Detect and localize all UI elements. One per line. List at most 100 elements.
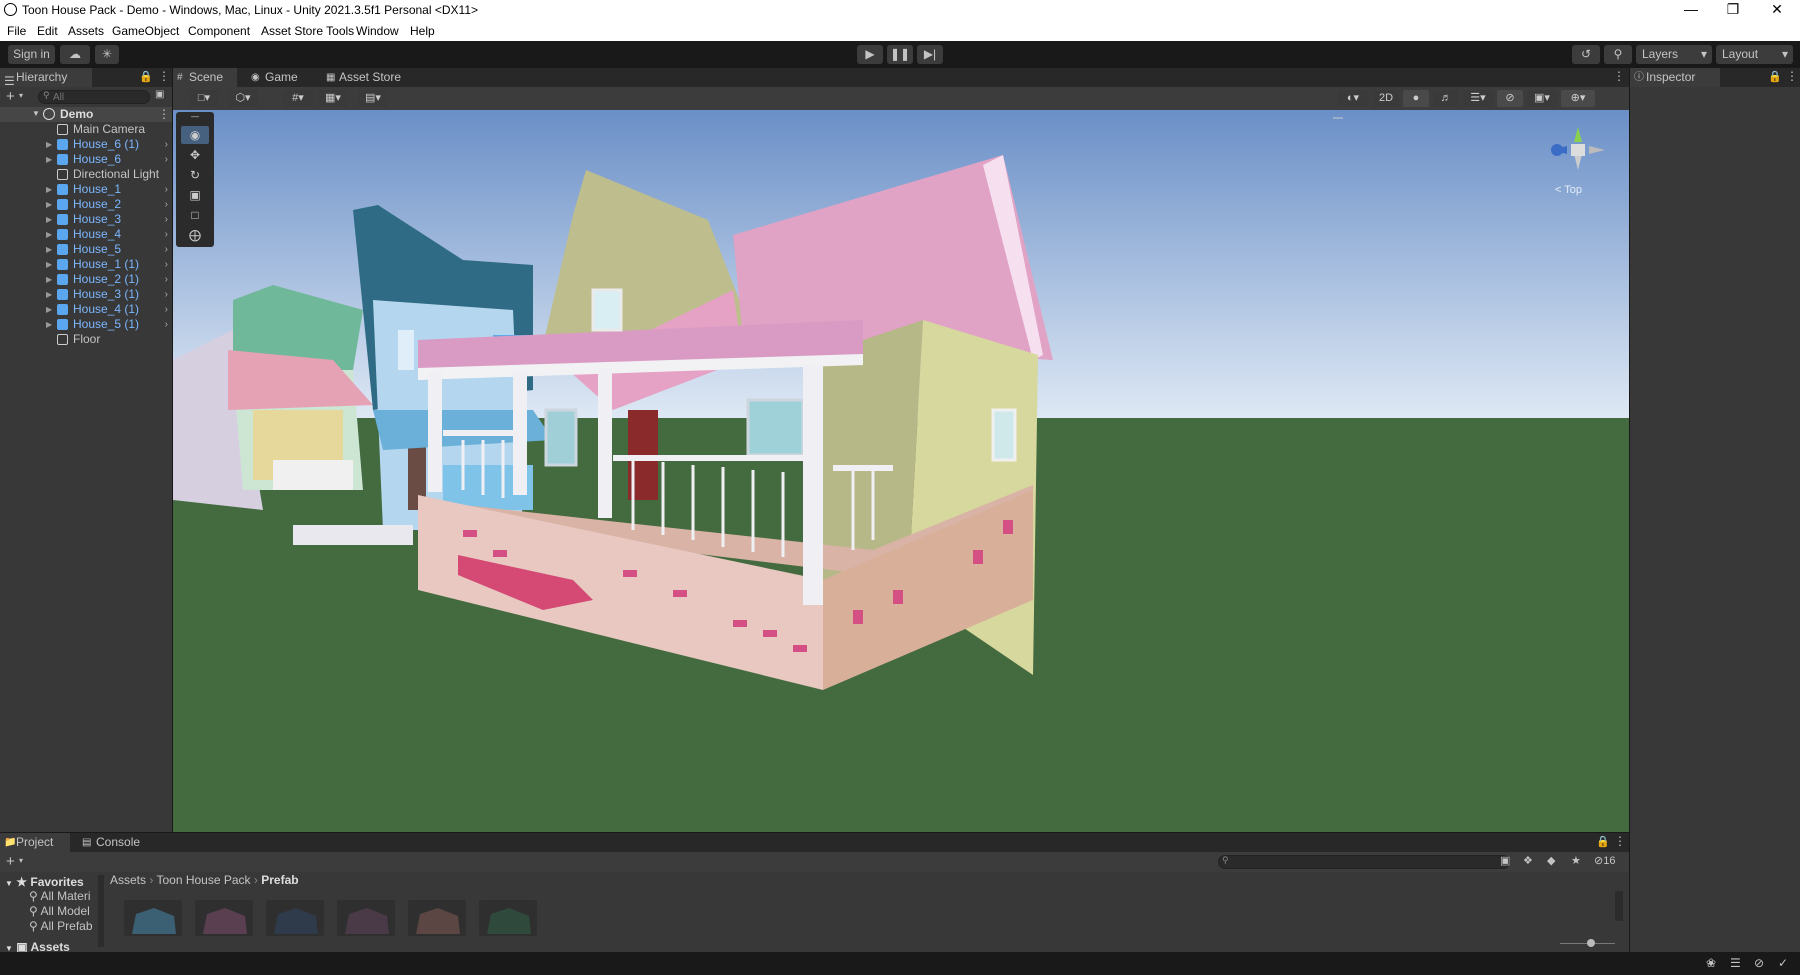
hidden-packages-toggle[interactable]: ⊘16 [1594,854,1615,867]
breadcrumb-assets[interactable]: Assets [110,873,146,887]
tree-scrollbar[interactable] [98,875,104,947]
render-mode-dropdown[interactable]: ⬡▾ [228,90,258,107]
hierarchy-item[interactable]: ▶ House_2 › [0,197,172,212]
chevron-right-icon[interactable]: › [165,197,168,212]
prefab-thumbnail[interactable] [408,900,466,936]
scene-viewport[interactable]: < Top [173,110,1629,832]
close-button[interactable]: ✕ [1754,0,1800,21]
chevron-right-icon[interactable]: › [165,317,168,332]
expand-arrow-icon[interactable]: ▶ [46,152,52,167]
expand-arrow-icon[interactable]: ▶ [46,272,52,287]
menu-assets[interactable]: Assets [68,24,104,38]
breadcrumb-toon-house-pack[interactable]: Toon House Pack [156,873,250,887]
hierarchy-item[interactable]: ▶ House_6 (1) › [0,137,172,152]
hierarchy-item[interactable]: ▶ House_1 (1) › [0,257,172,272]
hierarchy-root-row[interactable]: ▼ Demo ⋮ [0,107,172,122]
prefab-thumbnail[interactable] [337,900,395,936]
cloud-button[interactable]: ☁ [60,45,90,64]
search-button[interactable]: ⚲ [1604,45,1632,64]
star-icon[interactable]: ★ [1571,854,1581,867]
menu-help[interactable]: Help [410,24,435,38]
menu-gameobject[interactable]: GameObject [112,24,179,38]
menu-file[interactable]: File [7,24,26,38]
expand-arrow-icon[interactable]: ▼ [32,109,40,118]
project-search-input[interactable] [1218,855,1510,869]
assets-folder[interactable]: ▼ ▣ Assets [5,940,70,952]
menu-window[interactable]: Window [356,24,399,38]
favorite-all-prefabs[interactable]: ⚲ All Prefab [29,919,93,933]
chevron-right-icon[interactable]: › [165,257,168,272]
collab-button[interactable]: ✳ [95,45,119,64]
lock-icon[interactable]: 🔒 [139,70,153,83]
tab-hierarchy[interactable]: ☰ Hierarchy [0,68,92,88]
kebab-menu-icon[interactable]: ⋮ [1613,69,1625,83]
pause-button[interactable]: ❚❚ [887,45,913,64]
kebab-menu-icon[interactable]: ⋮ [1614,834,1626,848]
chevron-right-icon[interactable]: › [165,272,168,287]
chevron-right-icon[interactable]: › [165,152,168,167]
sign-in-button[interactable]: Sign in [8,45,55,64]
cache-icon[interactable]: ❀ [1706,956,1716,970]
asset-grid-scrollbar[interactable] [1615,891,1623,921]
expand-arrow-icon[interactable]: ▶ [46,182,52,197]
shading-dropdown[interactable]: ◐▾ [1338,90,1368,107]
expand-arrow-icon[interactable]: ▶ [46,287,52,302]
chevron-right-icon[interactable]: › [165,287,168,302]
chevron-right-icon[interactable]: › [165,227,168,242]
expand-arrow-icon[interactable]: ▶ [46,317,52,332]
minimize-button[interactable]: — [1668,0,1714,21]
hierarchy-item[interactable]: ▶ House_4 › [0,227,172,242]
prefab-thumbnail[interactable] [479,900,537,936]
menu-asset-store-tools[interactable]: Asset Store Tools [261,24,354,38]
expand-arrow-icon[interactable]: ▶ [46,257,52,272]
kebab-menu-icon[interactable]: ⋮ [158,107,170,121]
favorite-all-materials[interactable]: ⚲ All Materi [29,889,90,903]
prefab-thumbnail[interactable] [195,900,253,936]
expand-arrow-icon[interactable]: ▶ [46,137,52,152]
drag-handle-icon[interactable]: — [181,113,209,121]
prefab-thumbnail[interactable] [266,900,324,936]
chevron-right-icon[interactable]: › [165,212,168,227]
hierarchy-search-input[interactable] [38,90,150,104]
hierarchy-item[interactable]: ▶ House_5 › [0,242,172,257]
expand-arrow-icon[interactable]: ▶ [46,197,52,212]
menu-edit[interactable]: Edit [37,24,58,38]
restore-button[interactable]: ❐ [1710,0,1756,21]
zoom-slider-handle[interactable] [1587,939,1595,947]
tab-scene[interactable]: # Scene [173,68,237,87]
increment-dropdown[interactable]: ▤▾ [358,90,388,107]
chevron-right-icon[interactable]: › [165,242,168,257]
step-button[interactable]: ▶| [917,45,943,64]
expand-arrow-icon[interactable]: ▶ [46,242,52,257]
layers-dropdown[interactable]: Layers ▾ [1636,45,1712,64]
hierarchy-item[interactable]: ▶ House_3 (1) › [0,287,172,302]
network-icon[interactable]: ⊘ [1754,956,1764,970]
scale-tool-button[interactable]: ▣ [181,186,209,204]
kebab-menu-icon[interactable]: ⋮ [1786,69,1798,83]
hierarchy-item[interactable]: ▶ House_6 › [0,152,172,167]
lock-icon[interactable]: 🔒 [1596,835,1610,848]
toggle-2d-button[interactable]: 2D [1373,90,1399,107]
snap-dropdown[interactable]: ▦▾ [318,90,348,107]
add-button[interactable]: + [6,88,15,105]
filter-type-icon[interactable]: ❖ [1523,854,1533,867]
hierarchy-item[interactable]: ▶ House_4 (1) › [0,302,172,317]
tab-project[interactable]: 📁 Project [0,833,70,852]
prefab-thumbnail[interactable] [124,900,182,936]
grid-dropdown[interactable]: #▾ [283,90,313,107]
move-tool-button[interactable]: ✥ [181,146,209,164]
rect-tool-button[interactable]: □ [181,206,209,224]
favorite-all-models[interactable]: ⚲ All Model [29,904,90,918]
hierarchy-item[interactable]: ▶ House_5 (1) › [0,317,172,332]
filter-icon[interactable]: ▣ [155,89,164,100]
lock-icon[interactable]: 🔒 [1768,70,1782,83]
collab-status-icon[interactable]: ☰ [1730,956,1741,970]
view-tool-button[interactable]: ◉ [181,126,209,144]
audio-toggle[interactable]: ♬ [1433,90,1459,107]
hierarchy-item[interactable]: Directional Light [0,167,172,182]
draw-mode-dropdown[interactable]: □▾ [189,90,219,107]
rotate-tool-button[interactable]: ↻ [181,166,209,184]
expand-arrow-icon[interactable]: ▶ [46,227,52,242]
hierarchy-item[interactable]: ▶ House_2 (1) › [0,272,172,287]
effects-dropdown[interactable]: ☰▾ [1463,90,1493,107]
